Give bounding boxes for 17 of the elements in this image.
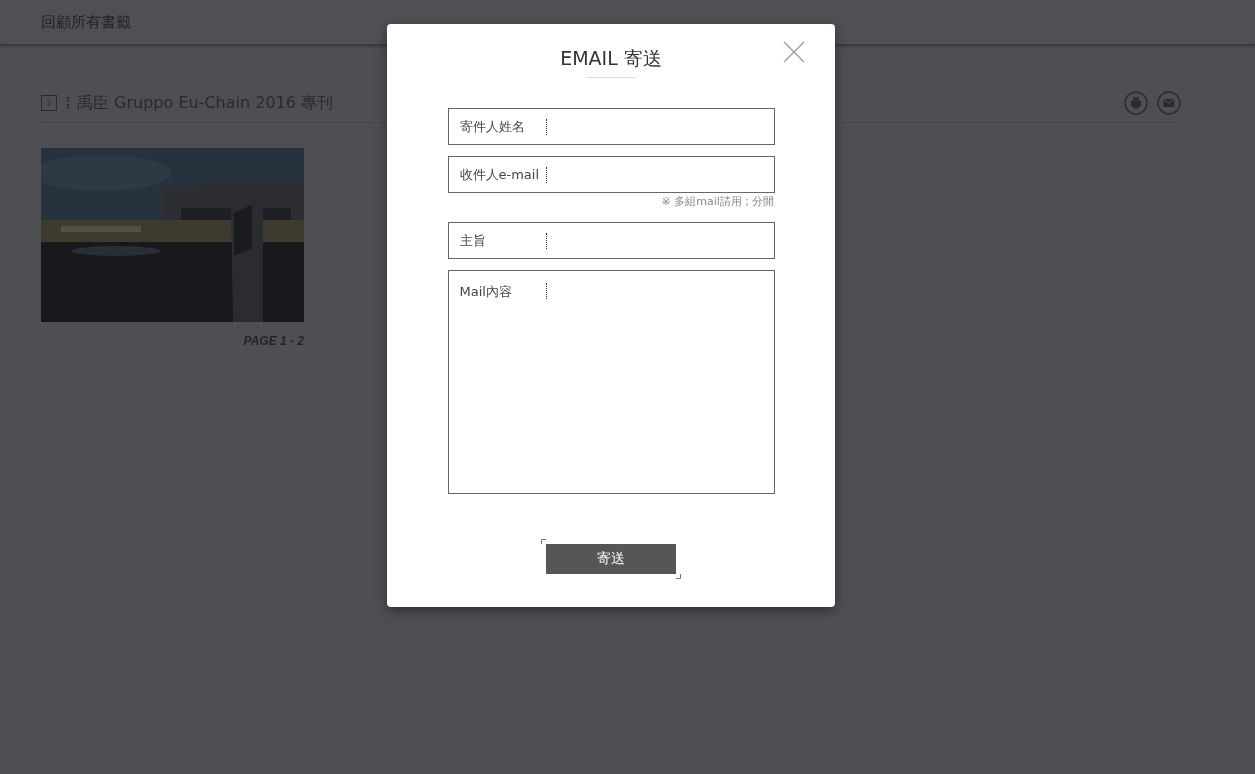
field-label: 主旨 — [459, 231, 487, 250]
field-label: 收件人e-mail — [459, 165, 541, 184]
field-label: 寄件人姓名 — [459, 117, 526, 136]
input-field[interactable]: 寄件人姓名 — [447, 108, 775, 145]
print-icon[interactable] — [1124, 91, 1148, 115]
input-field[interactable]: 收件人e-mail — [447, 156, 775, 193]
field-hint: ※ 多組mail請用 ; 分開 — [661, 194, 775, 209]
field-label: Mail內容 — [459, 283, 513, 301]
corner-mark-icon — [541, 539, 546, 544]
mail-icon[interactable] — [1157, 91, 1181, 115]
input-field[interactable]: 主旨 — [447, 222, 775, 259]
send-button[interactable]: 寄送 — [546, 544, 676, 574]
expand-icon[interactable] — [41, 95, 57, 111]
message-field[interactable]: Mail內容 — [447, 270, 775, 494]
corner-mark-icon — [676, 574, 681, 579]
close-icon[interactable] — [783, 41, 805, 63]
dialog-title: EMAIL 寄送 — [560, 46, 662, 70]
